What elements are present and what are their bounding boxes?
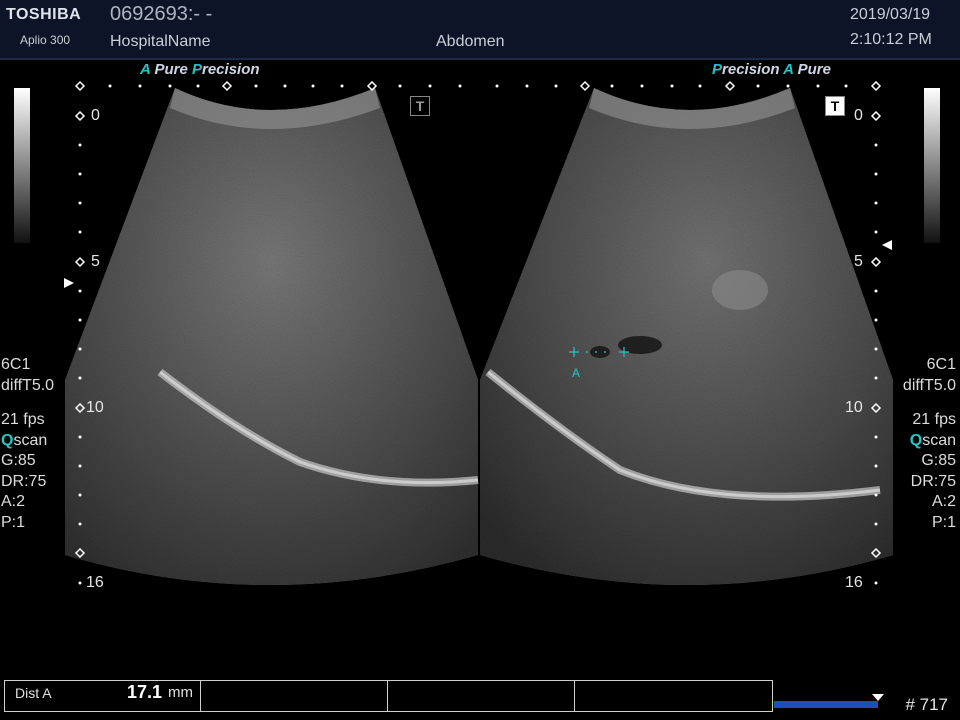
right-depth-10: 10	[845, 399, 863, 416]
right-depth-0: 0	[854, 107, 863, 124]
param-a: A:2	[1, 493, 26, 510]
right-t-marker-active[interactable]: T	[825, 96, 845, 116]
frame-rate-right: 21 fps	[912, 411, 956, 428]
param-p-right: P:1	[931, 513, 956, 531]
right-grayscale-bar	[924, 88, 940, 243]
left-depth-16: 16	[86, 574, 104, 591]
ultrasound-image-area	[64, 80, 893, 585]
right-label-a: A	[783, 61, 794, 78]
measurement-value: 17.1	[127, 682, 163, 702]
probe-name: 6C1	[1, 356, 31, 373]
caliper-label: A	[572, 366, 581, 380]
dynamic-range: DR:75	[1, 472, 47, 490]
gain-value: G:85	[1, 452, 36, 469]
qscan-q: Q	[1, 431, 14, 449]
param-p: P:1	[1, 513, 26, 531]
probe-name-right: 6C1	[926, 356, 956, 373]
left-label-a: A	[140, 61, 151, 78]
left-t-marker[interactable]: T	[410, 96, 430, 116]
qscan-label-right: Qscan	[903, 431, 956, 452]
right-focus-marker-icon[interactable]	[882, 240, 892, 250]
right-image-label: Precision A Pure	[712, 61, 831, 78]
measurement-cell-2[interactable]	[200, 681, 388, 711]
left-label-precision: recision	[202, 61, 260, 78]
right-label-p: P	[712, 61, 723, 78]
left-depth-0: 0	[91, 107, 100, 124]
measurement-cell-3[interactable]	[387, 681, 575, 711]
qscan-q-right: Q	[909, 431, 923, 449]
right-label-pure: Pure	[797, 61, 831, 78]
left-focus-marker-icon[interactable]	[64, 278, 74, 288]
left-label-p: P	[191, 61, 202, 78]
left-image-label: A Pure Precision	[140, 61, 260, 78]
left-ultrasound-sector	[65, 88, 479, 585]
left-params-panel: 6C1 diffT5.0 21 fps Qscan G:85 DR:75 A:2…	[1, 355, 54, 533]
gain-value-right: G:85	[921, 452, 956, 469]
qscan-label: Qscan	[1, 431, 54, 452]
measurement-cell-1[interactable]: Dist A 17.1 mm	[5, 681, 201, 711]
frame-rate: 21 fps	[1, 411, 45, 428]
qscan-rest-right: scan	[922, 431, 956, 449]
cine-position-marker-icon[interactable]	[872, 694, 884, 702]
cine-progress-bar[interactable]	[774, 701, 878, 708]
measurement-cell-4[interactable]	[574, 681, 771, 711]
right-params-panel: 6C1 diffT5.0 21 fps Qscan G:85 DR:75 A:2…	[903, 355, 956, 533]
right-depth-16: 16	[845, 574, 863, 591]
measurement-table: Dist A 17.1 mm	[4, 680, 773, 712]
left-depth-5: 5	[91, 253, 100, 270]
imaging-mode-right: diffT5.0	[902, 376, 956, 394]
right-depth-5: 5	[854, 253, 863, 270]
left-grayscale-bar	[14, 88, 30, 243]
measurement-unit: mm	[168, 684, 193, 701]
lateral-scale-dots	[108, 84, 848, 88]
param-a-right: A:2	[931, 493, 956, 510]
left-depth-10: 10	[86, 399, 104, 416]
frame-number: # 717	[905, 695, 948, 714]
measurement-name: Dist A	[15, 685, 52, 701]
qscan-rest: scan	[13, 431, 48, 449]
dynamic-range-right: DR:75	[910, 472, 956, 490]
imaging-mode: diffT5.0	[1, 376, 55, 394]
right-ultrasound-sector	[480, 88, 893, 585]
left-label-pure: Pure	[154, 61, 188, 78]
right-label-precision: recision	[722, 61, 780, 78]
